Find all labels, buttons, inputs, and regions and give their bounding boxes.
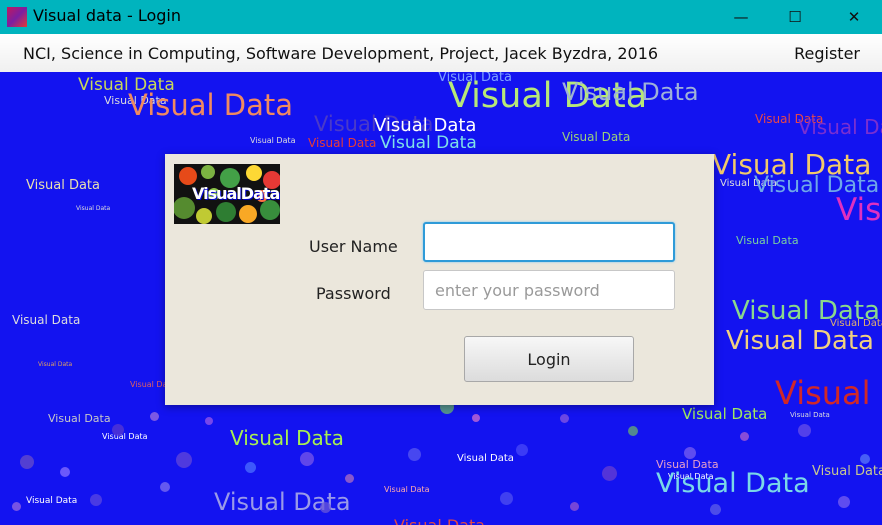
bg-word: Visual Data xyxy=(562,130,631,144)
bg-word: Visual Data xyxy=(562,78,699,106)
bg-word: Visual Data xyxy=(308,136,377,150)
bg-word: Visual Data xyxy=(726,326,874,356)
bg-word: Visual Data xyxy=(230,426,344,450)
close-button[interactable]: ✕ xyxy=(831,0,877,34)
bg-word: Visual Data xyxy=(26,496,78,506)
login-panel: VisualData User Name Password Login xyxy=(165,154,714,405)
bg-word: Visual Data xyxy=(790,411,830,419)
bg-word: Visual Data xyxy=(656,468,810,499)
bg-word: Visual Data xyxy=(128,88,294,122)
bg-word: Visual Data xyxy=(102,432,148,441)
bg-word: Visual Data xyxy=(214,488,351,516)
project-info: NCI, Science in Computing, Software Deve… xyxy=(23,44,659,63)
logo-text: VisualData xyxy=(192,184,280,203)
bg-word: Visual Data xyxy=(736,234,799,247)
register-menu-item[interactable]: Register xyxy=(794,44,860,63)
bg-word: Visual Data xyxy=(775,374,882,412)
password-input[interactable] xyxy=(423,270,675,310)
bg-word: Visual Data xyxy=(48,412,111,425)
menu-bar: NCI, Science in Computing, Software Deve… xyxy=(0,34,882,73)
password-label: Password xyxy=(316,284,391,303)
window-titlebar: Visual data - Login — ☐ ✕ xyxy=(0,0,882,34)
bg-word: Visual Data xyxy=(798,115,882,139)
bg-word: Visual Data xyxy=(380,133,477,153)
username-input[interactable] xyxy=(423,222,675,262)
bg-word: Visual Data xyxy=(682,405,768,423)
bg-word: Visual Data xyxy=(26,178,100,193)
bg-word: Visual Data xyxy=(12,313,81,327)
bg-word: Visual Data xyxy=(457,453,514,464)
username-label: User Name xyxy=(309,237,398,256)
visual-data-logo: VisualData xyxy=(174,164,280,224)
bg-word: Visual Data xyxy=(250,136,296,145)
bg-word: Visual Data xyxy=(812,464,882,479)
maximize-button[interactable]: ☐ xyxy=(772,0,818,34)
window-title: Visual data - Login xyxy=(33,6,181,25)
bg-word: Visual Data xyxy=(836,192,882,228)
minimize-button[interactable]: — xyxy=(718,0,764,34)
bg-word: Visual Data xyxy=(384,485,430,494)
login-button[interactable]: Login xyxy=(464,336,634,382)
bg-word: Visual Data xyxy=(76,205,111,212)
bg-word: Visual Data xyxy=(394,516,485,525)
bg-word: Visual Data xyxy=(38,361,73,368)
app-icon xyxy=(7,7,27,27)
